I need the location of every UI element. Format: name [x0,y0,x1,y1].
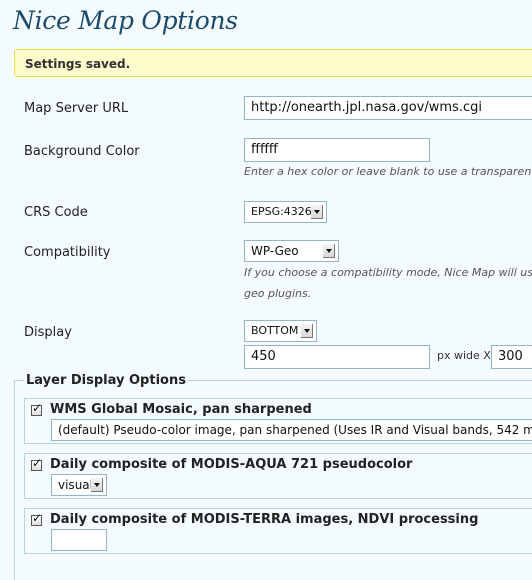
background-color-hint: Enter a hex color or leave blank to use … [244,165,532,178]
compatibility-selected: WP-Geo [251,244,299,258]
layer-item: Daily composite of MODIS-AQUA 721 pseudo… [24,453,532,499]
notice-text: Settings saved. [25,57,131,71]
display-label: Display [24,325,72,340]
map-server-url-label: Map Server URL [24,101,129,116]
layer-checkbox[interactable] [31,456,42,471]
layer-checkbox[interactable] [31,401,42,416]
chevron-down-icon [301,324,313,338]
map-server-url-input[interactable]: http://onearth.jpl.nasa.gov/wms.cgi [244,96,532,120]
compatibility-select[interactable]: WP-Geo [244,240,339,262]
layer-style-selected: (default) Pseudo-color image, pan sharpe… [58,423,532,437]
layer-style-selected: visual [58,478,93,492]
display-position-selected: BOTTOM [251,324,299,337]
compatibility-label: Compatibility [24,245,111,260]
compatibility-hint-line2: geo plugins. [244,287,312,300]
background-color-label: Background Color [24,144,140,159]
display-height-input[interactable]: 300 [491,345,532,369]
px-wide-label: px wide X [437,349,491,362]
compatibility-hint-line1: If you choose a compatibility mode, Nice… [244,266,532,279]
chevron-down-icon [311,205,323,219]
layer-style-select[interactable]: visual [51,474,107,496]
layer-title: WMS Global Mosaic, pan sharpened [50,402,312,417]
chevron-down-icon [323,244,335,258]
page-title: Nice Map Options [13,6,238,35]
crs-code-label: CRS Code [24,205,88,220]
chevron-down-icon [91,478,103,492]
settings-saved-notice: Settings saved. [14,49,532,77]
layer-style-select[interactable] [51,529,107,551]
layer-title: Daily composite of MODIS-AQUA 721 pseudo… [50,457,413,472]
layer-item: WMS Global Mosaic, pan sharpened (defaul… [24,398,532,444]
display-width-input[interactable]: 450 [244,345,430,369]
layer-item: Daily composite of MODIS-TERRA images, N… [24,508,532,554]
layer-style-select[interactable]: (default) Pseudo-color image, pan sharpe… [51,419,532,441]
layer-title: Daily composite of MODIS-TERRA images, N… [50,512,479,527]
crs-code-selected: EPSG:4326 [251,205,312,218]
background-color-input[interactable]: ffffff [244,138,430,162]
crs-code-select[interactable]: EPSG:4326 [244,201,327,223]
layer-display-options-legend: Layer Display Options [24,373,188,388]
layer-checkbox[interactable] [31,511,42,526]
display-position-select[interactable]: BOTTOM [244,320,317,342]
